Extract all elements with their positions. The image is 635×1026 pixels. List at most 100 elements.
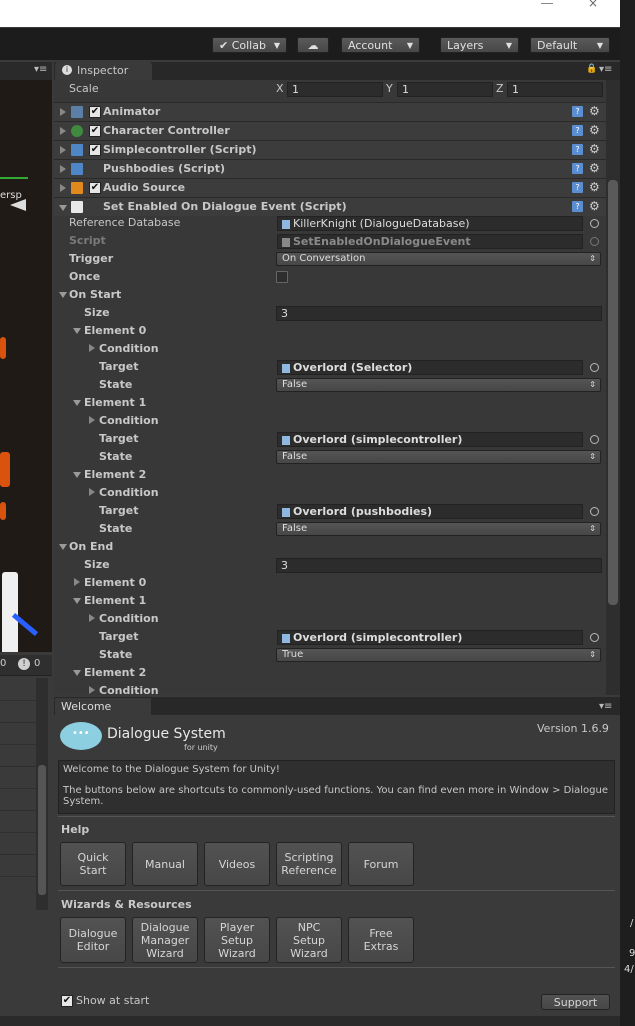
collapse-arrow-icon[interactable] [73,400,81,406]
element-label[interactable]: Element 0 [84,324,146,337]
scale-y-field[interactable]: 1 [397,82,493,97]
panel-menu-icon[interactable]: ▾≡ [599,701,612,712]
collab-button[interactable]: ✔ Collab ▼ [212,37,287,53]
target-field[interactable]: Overlord (pushbodies) [277,504,583,519]
component-character-controller[interactable]: ✔ Character Controller ? ⚙ [54,121,606,140]
scale-z-field[interactable]: 1 [507,82,603,97]
dialogue-manager-wizard-button[interactable]: Dialogue Manager Wizard [132,917,198,963]
minimize-icon[interactable] [541,0,553,4]
expand-arrow-icon[interactable] [60,108,66,116]
condition-label[interactable]: Condition [99,612,159,625]
help-icon[interactable]: ? [572,163,583,174]
condition-label[interactable]: Condition [99,342,159,355]
help-icon[interactable]: ? [572,201,583,212]
gear-icon[interactable]: ⚙ [589,200,600,212]
tab-welcome[interactable]: Welcome [55,698,151,715]
ref-db-field[interactable]: KillerKnight (DialogueDatabase) [277,216,583,231]
collapse-arrow-icon[interactable] [59,292,67,298]
persp-label[interactable]: ersp [0,190,22,201]
once-checkbox[interactable] [276,271,288,283]
support-button[interactable]: Support [541,994,610,1010]
gear-icon[interactable]: ⚙ [589,181,600,193]
object-picker-icon[interactable] [590,435,599,444]
target-field[interactable]: Overlord (simplecontroller) [277,630,583,645]
layout-dropdown[interactable]: Default ▼ [530,37,610,53]
scale-x-field[interactable]: 1 [287,82,383,97]
panel-menu-icon[interactable]: ▾≡ [34,64,47,75]
gear-icon[interactable]: ⚙ [589,143,600,155]
scene-gizmo[interactable] [0,147,28,179]
gear-icon[interactable]: ⚙ [589,105,600,117]
scrollbar-thumb[interactable] [608,180,618,605]
component-pushbodies[interactable]: Pushbodies (Script) ? ⚙ [54,159,606,178]
object-picker-icon[interactable] [590,363,599,372]
quick-start-button[interactable]: Quick Start [60,842,126,886]
state-dropdown[interactable]: True ⇕ [276,648,601,662]
collapse-arrow-icon[interactable] [73,472,81,478]
element-label[interactable]: Element 2 [84,468,146,481]
object-picker-icon[interactable] [590,633,599,642]
help-icon[interactable]: ? [572,182,583,193]
enabled-checkbox[interactable]: ✔ [89,106,101,118]
forum-button[interactable]: Forum [348,842,414,886]
free-extras-button[interactable]: Free Extras [348,917,414,963]
expand-arrow-icon[interactable] [60,127,66,135]
element-label[interactable]: Element 2 [84,666,146,679]
element-label[interactable]: Element 1 [84,594,146,607]
state-dropdown[interactable]: False ⇕ [276,450,601,464]
dialogue-editor-button[interactable]: Dialogue Editor [60,917,126,963]
on-end-size-field[interactable]: 3 [276,558,602,573]
layers-dropdown[interactable]: Layers ▼ [440,37,519,53]
lock-icon[interactable]: 🔒 [586,64,597,74]
player-setup-wizard-button[interactable]: Player Setup Wizard [204,917,270,963]
expand-arrow-icon[interactable] [74,578,80,586]
element-label[interactable]: Element 1 [84,396,146,409]
close-icon[interactable]: × [588,0,598,10]
tab-inspector[interactable]: i Inspector [55,62,152,80]
on-start-size-field[interactable]: 3 [276,306,602,321]
expand-arrow-icon[interactable] [60,146,66,154]
expand-arrow-icon[interactable] [89,488,95,496]
npc-setup-wizard-button[interactable]: NPC Setup Wizard [276,917,342,963]
trigger-dropdown[interactable]: On Conversation ⇕ [276,252,601,266]
expand-arrow-icon[interactable] [89,686,95,694]
expand-arrow-icon[interactable] [89,614,95,622]
condition-label[interactable]: Condition [99,486,159,499]
scene-view[interactable] [0,62,52,652]
show-at-start-checkbox[interactable]: ✔ [61,995,73,1007]
manual-button[interactable]: Manual [132,842,198,886]
account-dropdown[interactable]: Account ▼ [341,37,420,53]
help-icon[interactable]: ? [572,144,583,155]
element-label[interactable]: Element 0 [84,576,146,589]
on-start-label[interactable]: On Start [69,288,121,301]
state-dropdown[interactable]: False ⇕ [276,378,601,392]
target-field[interactable]: Overlord (Selector) [277,360,583,375]
condition-label[interactable]: Condition [99,414,159,427]
collapse-arrow-icon[interactable] [59,205,67,211]
on-end-label[interactable]: On End [69,540,113,553]
component-audio-source[interactable]: ✔ Audio Source ? ⚙ [54,178,606,197]
collapse-arrow-icon[interactable] [73,328,81,334]
cloud-button[interactable]: ☁ [297,37,329,53]
object-picker-icon[interactable] [590,219,599,228]
enabled-checkbox[interactable]: ✔ [89,144,101,156]
expand-arrow-icon[interactable] [60,165,66,173]
help-icon[interactable]: ? [572,125,583,136]
gear-icon[interactable]: ⚙ [589,124,600,136]
collapse-arrow-icon[interactable] [73,598,81,604]
component-animator[interactable]: ✔ Animator ? ⚙ [54,102,606,121]
state-dropdown[interactable]: False ⇕ [276,522,601,536]
panel-menu-icon[interactable]: ▾≡ [599,64,612,75]
object-picker-icon[interactable] [590,507,599,516]
help-icon[interactable]: ? [572,106,583,117]
scripting-reference-button[interactable]: Scripting Reference [276,842,342,886]
expand-arrow-icon[interactable] [89,344,95,352]
videos-button[interactable]: Videos [204,842,270,886]
collapse-arrow-icon[interactable] [73,670,81,676]
enabled-checkbox[interactable]: ✔ [89,182,101,194]
expand-arrow-icon[interactable] [89,416,95,424]
expand-arrow-icon[interactable] [60,184,66,192]
component-simplecontroller[interactable]: ✔ Simplecontroller (Script) ? ⚙ [54,140,606,159]
component-set-enabled[interactable]: Set Enabled On Dialogue Event (Script) ?… [54,197,606,216]
gear-icon[interactable]: ⚙ [589,162,600,174]
